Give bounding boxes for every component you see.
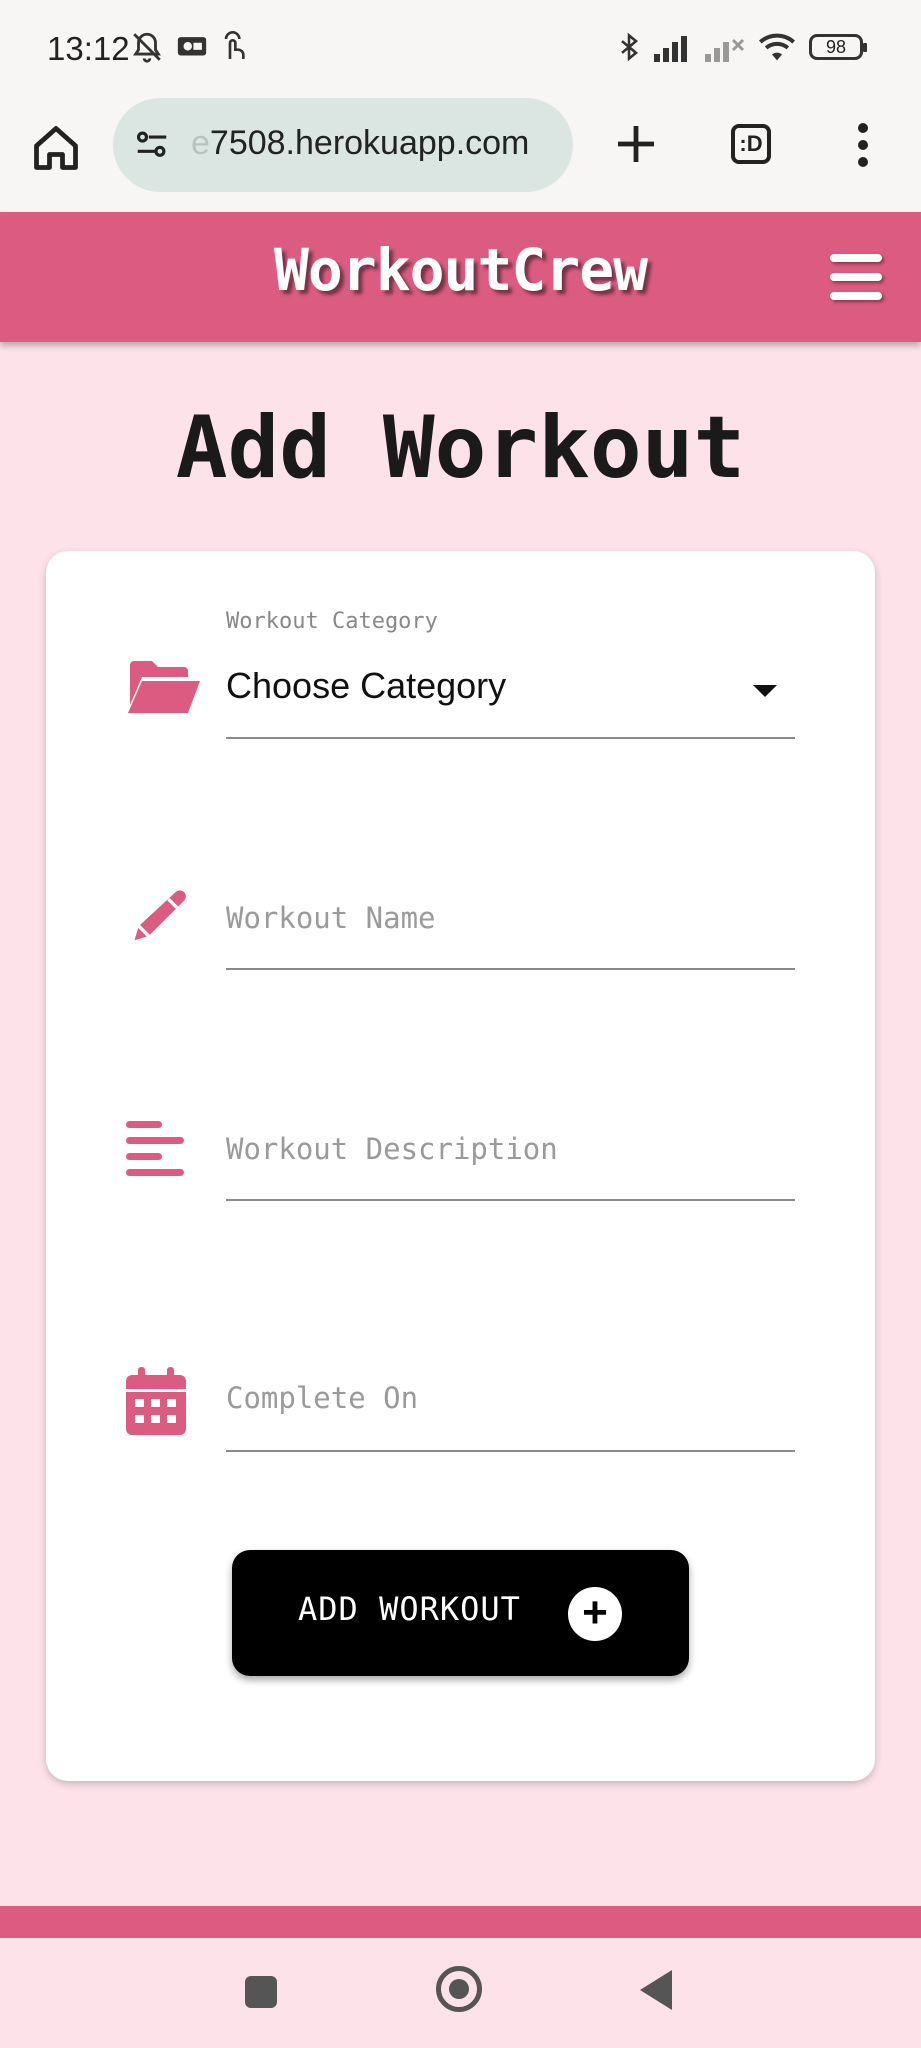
browser-toolbar: e7508.herokuapp.com :D <box>0 98 921 212</box>
app-header: WorkoutCrew <box>0 212 921 342</box>
battery-icon: 98 <box>809 34 867 60</box>
category-label: Workout Category <box>226 609 438 634</box>
add-workout-label: ADD WORKOUT <box>298 1590 521 1628</box>
home-icon[interactable] <box>30 122 82 174</box>
page-title: Add Workout <box>175 398 746 498</box>
add-workout-form: Workout Category Choose Category Workout… <box>46 551 875 1781</box>
category-select[interactable]: Choose Category <box>226 665 506 707</box>
add-workout-button[interactable]: ADD WORKOUT + <box>232 1550 689 1676</box>
pencil-icon <box>134 890 186 941</box>
workout-description-input[interactable]: Workout Description <box>226 1132 558 1166</box>
brand-logo[interactable]: WorkoutCrew <box>0 236 921 304</box>
wifi-icon <box>759 33 795 61</box>
complete-on-underline <box>226 1450 795 1452</box>
workout-name-underline <box>226 968 795 970</box>
plus-circle-icon: + <box>568 1587 622 1641</box>
overflow-menu-icon[interactable] <box>856 122 870 168</box>
gesture-icon <box>224 31 245 59</box>
signal-off-icon <box>705 38 745 62</box>
folder-open-icon <box>128 661 200 713</box>
workout-name-input[interactable]: Workout Name <box>226 901 436 935</box>
mute-bell-icon <box>133 32 161 63</box>
address-bar[interactable]: e7508.herokuapp.com <box>113 98 573 192</box>
hamburger-icon[interactable] <box>830 254 882 300</box>
cast-icon <box>177 37 207 56</box>
back-button[interactable] <box>640 1970 672 2010</box>
url-domain: 7508.herokuapp.com <box>209 124 530 162</box>
new-tab-icon[interactable] <box>612 120 660 168</box>
complete-on-input[interactable]: Complete On <box>226 1381 418 1415</box>
workout-description-underline <box>226 1199 795 1201</box>
align-left-icon <box>126 1121 184 1176</box>
footer-bar <box>0 1906 921 1938</box>
tabs-button[interactable]: :D <box>731 124 771 164</box>
chevron-down-icon[interactable] <box>753 685 777 697</box>
signal-icon <box>654 36 687 62</box>
site-settings-icon[interactable] <box>133 126 171 164</box>
url-text[interactable]: e7508.herokuapp.com <box>191 124 561 163</box>
category-underline <box>226 737 795 739</box>
url-faded-prefix: e <box>191 124 210 162</box>
recents-button[interactable] <box>245 1976 277 2008</box>
system-nav-bar <box>0 1938 921 2048</box>
calendar-icon <box>126 1367 186 1435</box>
status-time: 13:12 <box>47 30 130 67</box>
status-bar: 13:12 98 <box>0 0 921 98</box>
bluetooth-icon <box>621 32 639 62</box>
home-button[interactable] <box>436 1966 482 2012</box>
